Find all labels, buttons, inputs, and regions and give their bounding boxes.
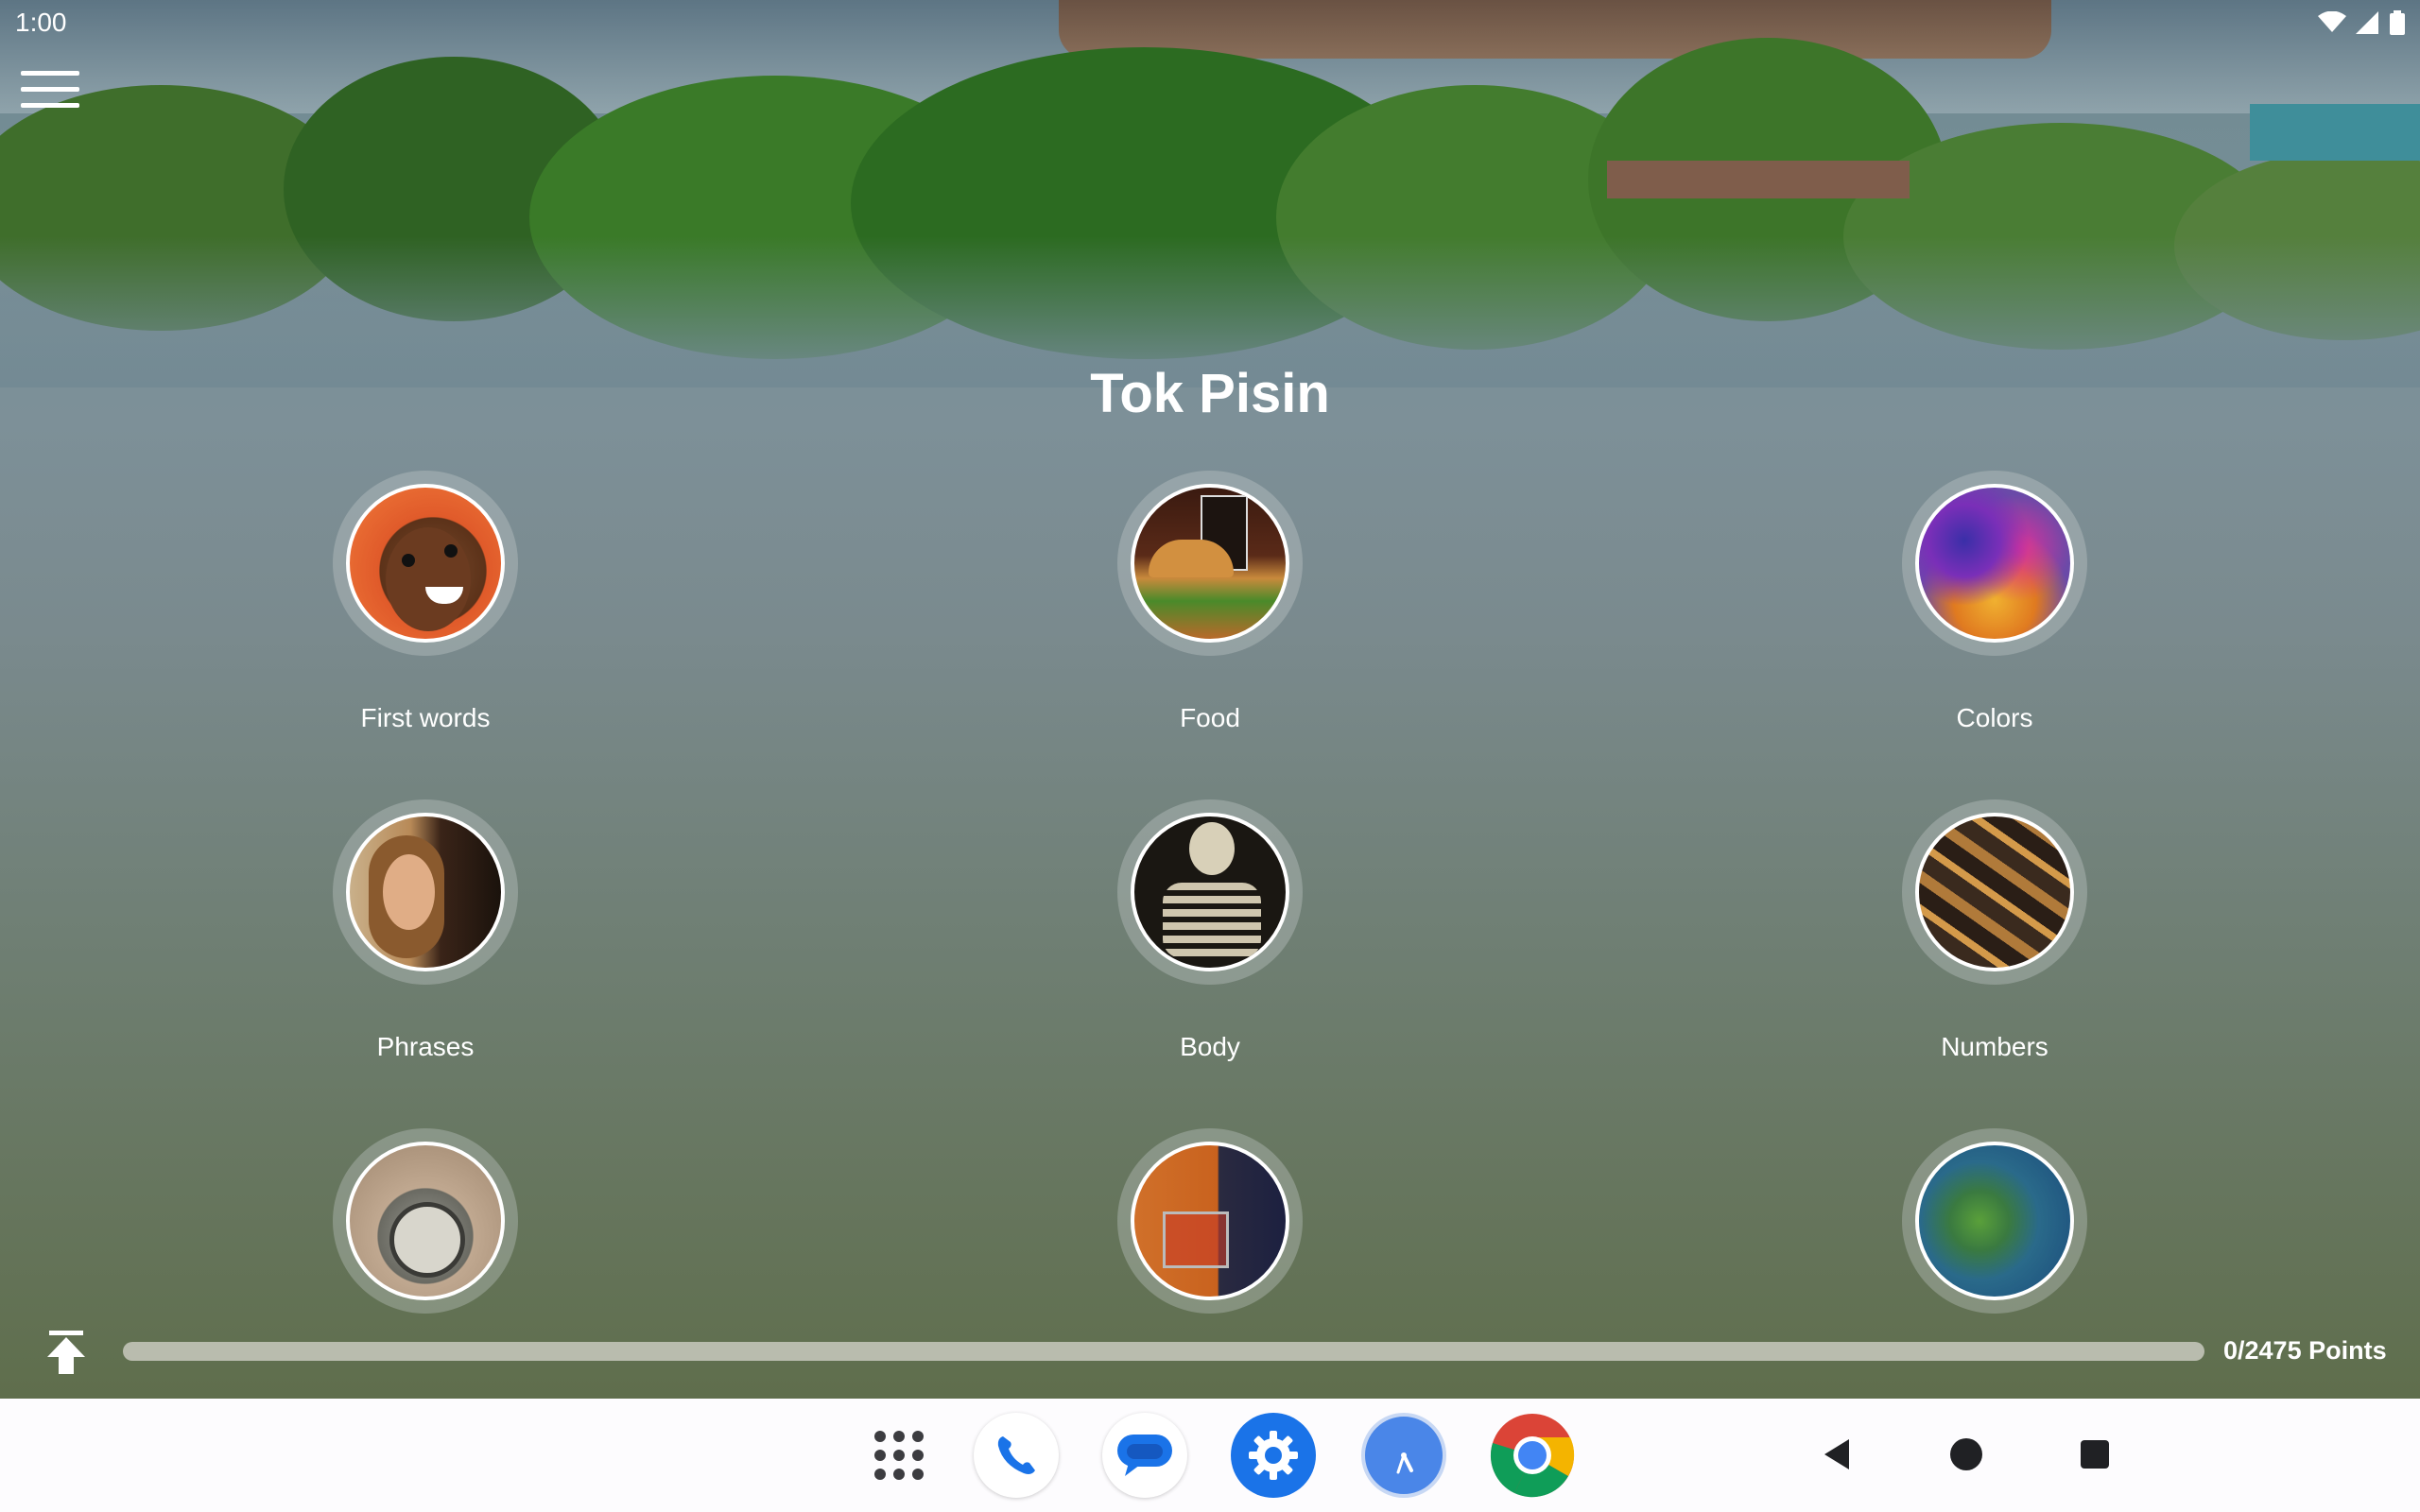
back-icon[interactable] bbox=[1817, 1434, 1858, 1475]
category-image bbox=[346, 484, 505, 643]
chrome-icon[interactable] bbox=[1490, 1413, 1575, 1498]
category-image bbox=[1915, 484, 2074, 643]
home-icon[interactable] bbox=[1945, 1434, 1987, 1475]
category-places[interactable] bbox=[1853, 1128, 2136, 1361]
category-body[interactable]: Body bbox=[1068, 799, 1352, 1062]
category-image bbox=[1131, 484, 1289, 643]
settings-icon[interactable] bbox=[1231, 1413, 1316, 1498]
category-image bbox=[1915, 813, 2074, 971]
category-first-words[interactable]: First words bbox=[284, 471, 567, 733]
category-label: First words bbox=[360, 703, 491, 732]
messages-icon[interactable] bbox=[1102, 1413, 1187, 1498]
clock-icon[interactable] bbox=[1361, 1413, 1446, 1498]
category-food[interactable]: Food bbox=[1068, 471, 1352, 733]
category-numbers[interactable]: Numbers bbox=[1853, 799, 2136, 1062]
status-bar: 1:00 bbox=[0, 0, 2420, 45]
category-label: Colors bbox=[1956, 703, 2033, 732]
category-time[interactable] bbox=[284, 1128, 567, 1361]
status-time: 1:00 bbox=[15, 8, 67, 37]
category-label: Phrases bbox=[376, 1032, 475, 1061]
signal-icon bbox=[2356, 11, 2378, 34]
wifi-icon bbox=[2318, 11, 2346, 32]
category-colors[interactable]: Colors bbox=[1853, 471, 2136, 733]
category-image bbox=[1131, 813, 1289, 971]
category-image bbox=[1131, 1142, 1289, 1300]
category-image bbox=[346, 1142, 505, 1300]
recents-icon[interactable] bbox=[2074, 1434, 2116, 1475]
category-phrases[interactable]: Phrases bbox=[284, 799, 567, 1062]
battery-icon bbox=[2390, 10, 2405, 35]
category-label: Numbers bbox=[1941, 1032, 2048, 1061]
category-shopping[interactable] bbox=[1068, 1128, 1352, 1361]
category-label: Food bbox=[1180, 703, 1240, 732]
page-title: Tok Pisin bbox=[1090, 363, 1330, 424]
points-label: 0/2475 Points bbox=[2223, 1336, 2387, 1365]
points-progress-bar bbox=[123, 1342, 2204, 1361]
phone-icon[interactable] bbox=[974, 1413, 1059, 1498]
navigation-bar bbox=[0, 1399, 2420, 1512]
category-image bbox=[346, 813, 505, 971]
category-label: Body bbox=[1180, 1032, 1240, 1061]
scroll-to-top-icon[interactable] bbox=[38, 1323, 95, 1380]
menu-icon[interactable] bbox=[21, 71, 79, 118]
category-image bbox=[1915, 1142, 2074, 1300]
app-drawer-icon[interactable] bbox=[856, 1413, 942, 1498]
